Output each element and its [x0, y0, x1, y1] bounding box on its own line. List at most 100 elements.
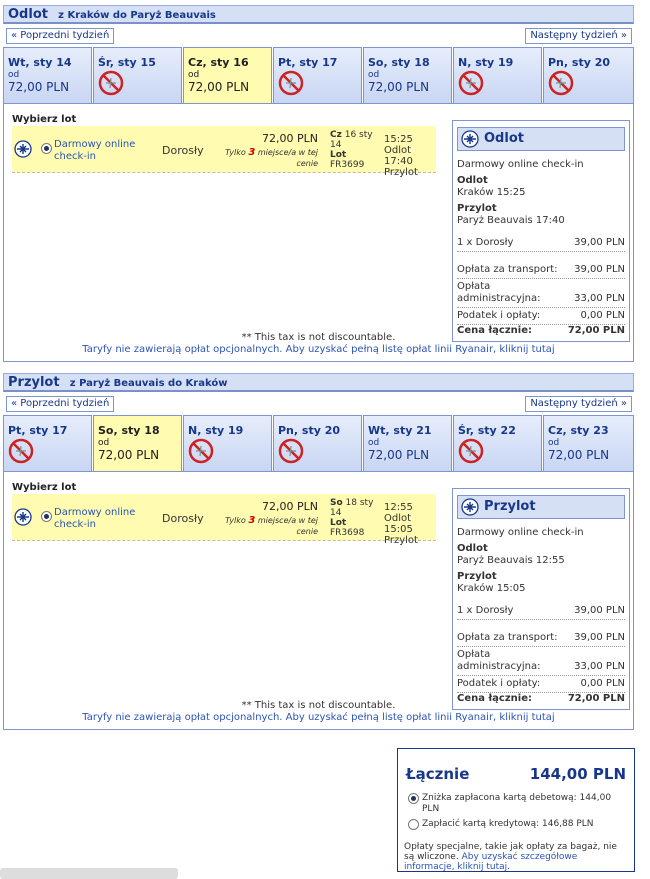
debit-radio[interactable] [408, 793, 419, 804]
departure-time: 12:55 Odlot [384, 502, 413, 524]
outbound-summary-title: Odlot [457, 127, 625, 151]
tab-date: Cz, sty 16 [188, 56, 249, 69]
outbound-summary-box: Odlot Darmowy online check-in Odlot Krak… [452, 120, 630, 342]
outbound-date-tabs: Wt, sty 14 od 72,00 PLN Śr, sty 15 Cz, sty 1… [3, 47, 634, 104]
summary-dep-value: Paryż Beauvais 12:55 [457, 555, 565, 566]
inbound-choose-label: Wybierz lot [12, 482, 77, 493]
tab-from-label: od [548, 438, 560, 448]
outbound-flight-row[interactable]: Darmowy online check-in Dorosły 72,00 PL… [12, 126, 436, 178]
inbound-section: Przylot z Paryż Beauvais do Kraków « Pop… [3, 373, 634, 730]
seats-pre: Tylko [225, 516, 246, 525]
date-tab[interactable]: N, sty 19 [183, 415, 272, 471]
summary-dep-label: Odlot [457, 175, 488, 186]
tax-note: ** This tax is not discountable. [241, 700, 396, 711]
outbound-prev-week-button[interactable]: « Poprzedni tydzień [6, 28, 115, 44]
credit-radio[interactable] [408, 819, 419, 830]
tab-date: So, sty 18 [98, 424, 160, 437]
date-tab[interactable]: Cz, sty 16 od 72,00 PLN [183, 47, 272, 104]
flight-number: FR3699 [330, 160, 365, 170]
summary-checkin: Darmowy online check-in [457, 527, 584, 538]
tab-from-label: od [368, 70, 380, 80]
outbound-section: Odlot z Kraków do Paryż Beauvais « Poprz… [3, 5, 634, 362]
tab-date: Śr, sty 15 [98, 56, 156, 69]
no-flights-icon [188, 438, 214, 464]
date-tab[interactable]: Śr, sty 15 [93, 47, 182, 103]
inbound-checkin-link[interactable]: Darmowy online check-in [54, 507, 144, 531]
plane-icon [461, 130, 479, 148]
inbound-passenger-type: Dorosły [162, 512, 204, 525]
inbound-seats-left: Tylko 3 miejsce/a w tej cenie [208, 515, 318, 537]
outbound-next-week-button[interactable]: Następny tydzień » [525, 28, 632, 44]
flight-day-label: So [330, 498, 343, 508]
no-flights-icon [458, 438, 484, 464]
tab-price: 72,00 PLN [548, 448, 610, 462]
plane-icon [461, 498, 479, 516]
summary-transport-row: Opłata za transport: 39,00 PLN [457, 262, 625, 279]
summary-tax-row: Podatek i opłaty: 0,00 PLN [457, 308, 625, 325]
inbound-next-week-button[interactable]: Następny tydzień » [525, 396, 632, 412]
outbound-flight-panel: Wybierz lot Darmowy online check-in Doro… [3, 103, 634, 362]
fees-link[interactable]: Taryfy nie zawierają opłat opcjonalnych.… [4, 712, 633, 724]
date-tab[interactable]: So, sty 18 od 72,00 PLN [93, 415, 182, 472]
summary-title-text: Przylot [484, 499, 536, 514]
summary-pax-row: 1 x Dorosły 39,00 PLN [457, 235, 625, 252]
tab-price: 72,00 PLN [8, 80, 70, 94]
date-tab[interactable]: Pt, sty 17 [3, 415, 92, 471]
summary-transport-row: Opłata za transport: 39,00 PLN [457, 630, 625, 647]
inbound-date-tabs: Pt, sty 17 So, sty 18 od 72,00 PLN N, sty 19… [3, 415, 634, 472]
tab-date: N, sty 19 [458, 56, 514, 69]
tax-note: ** This tax is not discountable. [241, 332, 396, 343]
inbound-flight-radio[interactable] [41, 511, 52, 522]
outbound-notes: ** This tax is not discountable. Taryfy … [4, 332, 633, 356]
tax-label: Podatek i opłaty: [457, 310, 541, 321]
inbound-summary-title: Przylot [457, 495, 625, 519]
no-flights-icon [548, 70, 574, 96]
inbound-notes: ** This tax is not discountable. Taryfy … [4, 700, 633, 724]
tab-date: Pn, sty 20 [278, 424, 341, 437]
seats-pre: Tylko [225, 148, 246, 157]
departure-time: 15:25 Odlot [384, 134, 413, 156]
inbound-flight-row[interactable]: Darmowy online check-in Dorosły 72,00 PL… [12, 494, 436, 546]
date-tab[interactable]: Wt, sty 14 od 72,00 PLN [3, 47, 92, 103]
date-tab[interactable]: N, sty 19 [453, 47, 542, 103]
date-tab[interactable]: Pn, sty 20 [543, 47, 634, 103]
transport-label: Opłata za transport: [457, 632, 558, 643]
admin-label: Opłata administracyjna: [457, 281, 541, 304]
credit-label: Zapłacić kartą kredytową: 146,88 PLN [422, 819, 594, 829]
date-tab[interactable]: So, sty 18 od 72,00 PLN [363, 47, 452, 103]
date-tab[interactable]: Wt, sty 21 od 72,00 PLN [363, 415, 452, 471]
no-flights-icon [98, 70, 124, 96]
date-tab[interactable]: Cz, sty 23 od 72,00 PLN [543, 415, 634, 471]
grand-total-label: Łącznie [406, 765, 470, 783]
tab-date: Pt, sty 17 [8, 424, 68, 437]
outbound-route: z Kraków do Paryż Beauvais [58, 10, 216, 21]
date-tab[interactable]: Pt, sty 17 [273, 47, 362, 103]
tax-label: Podatek i opłaty: [457, 678, 541, 689]
tab-from-label: od [188, 70, 200, 80]
summary-dep-value: Kraków 15:25 [457, 187, 526, 198]
date-tab[interactable]: Pn, sty 20 [273, 415, 362, 471]
tax-value: 0,00 PLN [580, 310, 625, 321]
flight-day-label: Cz [330, 130, 342, 140]
tab-date: Wt, sty 14 [8, 56, 72, 69]
no-flights-icon [278, 70, 304, 96]
outbound-flight-radio[interactable] [41, 143, 52, 154]
inbound-flight-date: So 18 sty 14 Lot FR3698 [330, 498, 378, 538]
outbound-flight-price: 72,00 PLN [262, 132, 318, 145]
admin-value: 33,00 PLN [574, 661, 625, 672]
no-flights-icon [278, 438, 304, 464]
tab-date: Pn, sty 20 [548, 56, 611, 69]
grand-total-value: 144,00 PLN [529, 765, 626, 783]
outbound-header: Odlot z Kraków do Paryż Beauvais [3, 5, 634, 24]
outbound-checkin-link[interactable]: Darmowy online check-in [54, 139, 144, 163]
pax-label: 1 x Dorosły [457, 605, 514, 616]
summary-admin-row: Opłata administracyjna: 33,00 PLN [457, 647, 625, 676]
fees-link[interactable]: Taryfy nie zawierają opłat opcjonalnych.… [4, 344, 633, 356]
tab-date: So, sty 18 [368, 56, 430, 69]
date-tab[interactable]: Śr, sty 22 [453, 415, 542, 471]
inbound-header: Przylot z Paryż Beauvais do Kraków [3, 373, 634, 392]
inbound-prev-week-button[interactable]: « Poprzedni tydzień [6, 396, 115, 412]
horizontal-scrollbar[interactable] [0, 868, 178, 879]
plane-icon [14, 508, 32, 526]
summary-title-text: Odlot [484, 131, 524, 146]
